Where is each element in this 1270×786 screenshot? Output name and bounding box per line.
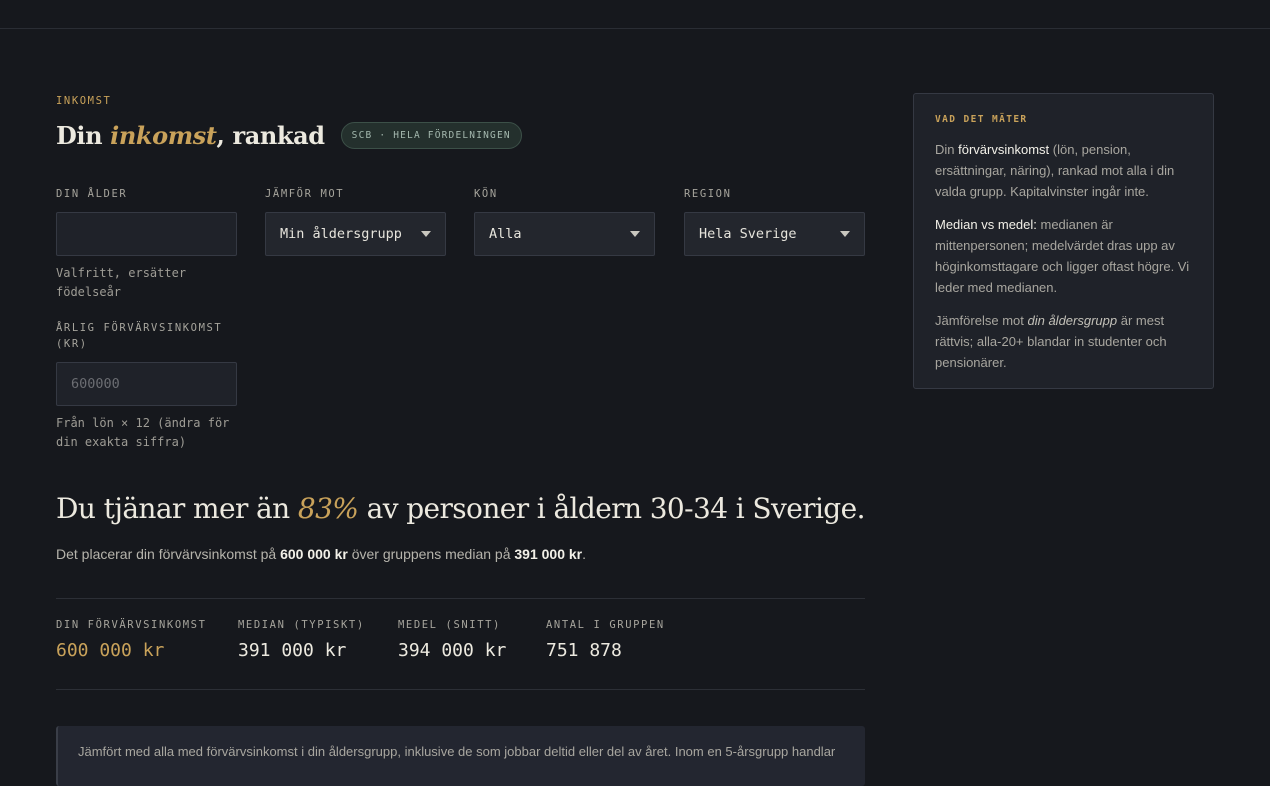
age-label: DIN ÅLDER — [56, 188, 128, 200]
headline-pre: Du tjänar mer än — [56, 492, 298, 525]
chevron-down-icon — [840, 231, 850, 237]
compare-field: JÄMFÖR MOT Min åldersgrupp — [265, 186, 446, 256]
p1-bold: förvärvsinkomst — [958, 142, 1050, 157]
chevron-down-icon — [421, 231, 431, 237]
stat-label: DIN FÖRVÄRVSINKOMST — [56, 619, 207, 631]
explainer-paragraph: Din förvärvsinkomst (lön, pension, ersät… — [935, 139, 1192, 202]
income-field: ÅRLIG FÖRVÄRVSINKOMST (KR) Från lön × 12… — [56, 320, 237, 452]
region-label: REGION — [684, 188, 732, 200]
result-summary: Det placerar din förvärvsinkomst på 600 … — [56, 546, 586, 562]
gender-field: KÖN Alla — [474, 186, 655, 256]
age-input[interactable] — [71, 226, 222, 242]
gender-value: Alla — [489, 226, 522, 242]
age-field: DIN ÅLDER Valfritt, ersätter födelseår — [56, 186, 237, 302]
compare-select[interactable]: Min åldersgrupp — [265, 212, 446, 256]
stat-mean: MEDEL (SNITT) 394 000 kr — [398, 619, 506, 661]
explainer-panel: VAD DET MÄTER Din förvärvsinkomst (lön, … — [913, 93, 1214, 389]
explainer-paragraph: Jämförelse mot din åldersgrupp är mest r… — [935, 310, 1192, 373]
p3-pre: Jämförelse mot — [935, 313, 1028, 328]
p1-pre: Din — [935, 142, 959, 157]
stat-label: ANTAL I GRUPPEN — [546, 619, 665, 631]
age-input-box — [56, 212, 237, 256]
stat-value: 751 878 — [546, 640, 622, 661]
stat-median: MEDIAN (TYPISKT) 391 000 kr — [238, 619, 365, 661]
chevron-down-icon — [630, 231, 640, 237]
stat-value: 600 000 kr — [56, 640, 165, 661]
stat-label: MEDIAN (TYPISKT) — [238, 619, 365, 631]
source-pill: SCB · HELA FÖRDELNINGEN — [340, 122, 522, 149]
stat-group-count: ANTAL I GRUPPEN 751 878 — [546, 619, 665, 661]
region-value: Hela Sverige — [699, 226, 797, 242]
explainer-heading: VAD DET MÄTER — [935, 114, 1028, 125]
form-fields: DIN ÅLDER Valfritt, ersätter födelseår J… — [56, 186, 865, 449]
income-label: ÅRLIG FÖRVÄRVSINKOMST (KR) — [56, 322, 223, 350]
stat-value: 391 000 kr — [238, 640, 347, 661]
income-input[interactable] — [71, 376, 222, 392]
stat-your-income: DIN FÖRVÄRVSINKOMST 600 000 kr — [56, 619, 207, 661]
explainer-paragraph: Median vs medel: medianen är mittenperso… — [935, 214, 1192, 298]
income-input-box — [56, 362, 237, 406]
divider — [56, 689, 865, 690]
headline-percentile: 83% — [297, 492, 359, 525]
summary-median: 391 000 kr — [514, 546, 583, 562]
title-post: , rankad — [216, 121, 326, 150]
title-emphasis: inkomst — [110, 121, 217, 150]
stat-label: MEDEL (SNITT) — [398, 619, 501, 631]
summary-mid: över gruppens median på — [347, 546, 515, 562]
info-note: Jämfört med alla med förvärvsinkomst i d… — [56, 726, 865, 786]
title-pre: Din — [56, 121, 111, 150]
gender-label: KÖN — [474, 188, 498, 200]
page-title: Din inkomst, rankad — [56, 121, 325, 150]
headline-post: av personer i åldern 30-34 i Sverige. — [358, 492, 866, 525]
region-select[interactable]: Hela Sverige — [684, 212, 865, 256]
summary-end: . — [582, 546, 587, 562]
income-section: INKOMST Din inkomst, rankad SCB · HELA F… — [56, 95, 865, 449]
compare-label: JÄMFÖR MOT — [265, 188, 345, 200]
divider — [56, 598, 865, 599]
summary-pre: Det placerar din förvärvsinkomst på — [56, 546, 281, 562]
section-eyebrow: INKOMST — [56, 95, 112, 107]
title-row: Din inkomst, rankad SCB · HELA FÖRDELNIN… — [56, 121, 865, 150]
p2-bold: Median vs medel: — [935, 217, 1037, 232]
top-bar — [0, 0, 1270, 29]
result-headline: Du tjänar mer än 83% av personer i ålder… — [56, 492, 866, 525]
gender-select[interactable]: Alla — [474, 212, 655, 256]
p3-em: din åldersgrupp — [1027, 313, 1118, 328]
compare-value: Min åldersgrupp — [280, 226, 402, 242]
summary-income: 600 000 kr — [280, 546, 348, 562]
income-help: Från lön × 12 (ändra för din exakta siff… — [56, 416, 230, 449]
stat-value: 394 000 kr — [398, 640, 507, 661]
age-help: Valfritt, ersätter födelseår — [56, 266, 187, 299]
region-field: REGION Hela Sverige — [684, 186, 865, 256]
